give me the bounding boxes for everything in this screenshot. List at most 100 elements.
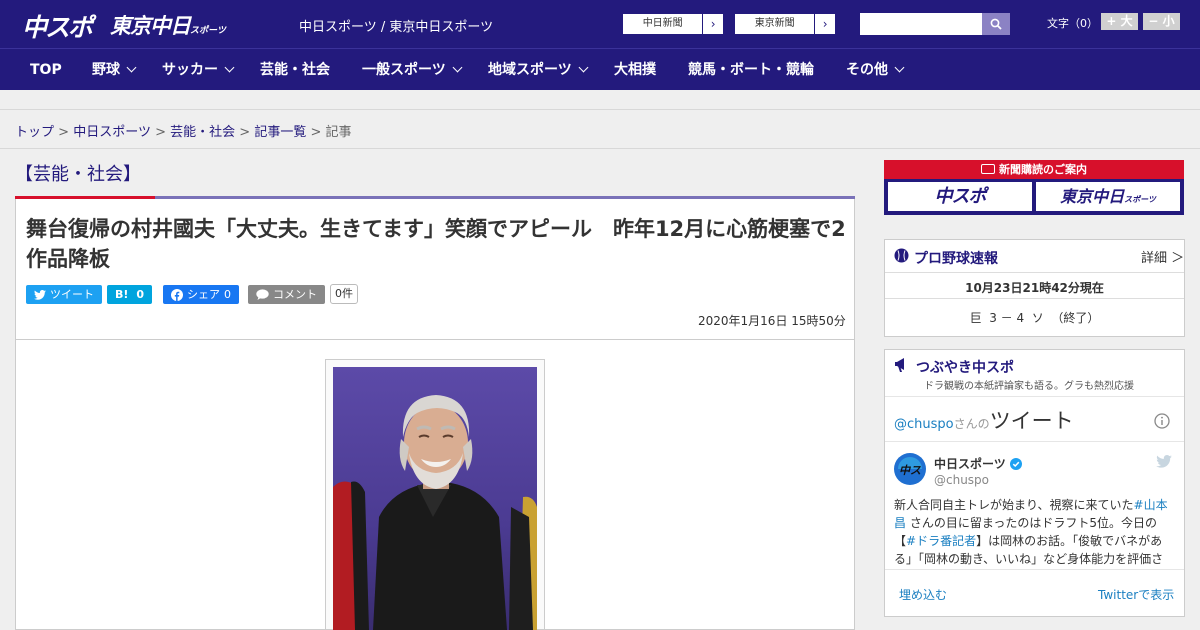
breadcrumb-current: 記事 xyxy=(325,125,352,140)
nav-item-sumo[interactable]: 大相撲 xyxy=(614,49,656,91)
tweets-header: @chuspoさんのツイート xyxy=(894,405,1074,435)
chuspo-logo[interactable]: 中スポ xyxy=(22,8,93,44)
tweets-heading: ツイート xyxy=(989,409,1074,433)
article-date: 2020年1月16日 15時50分 xyxy=(698,314,846,328)
divider xyxy=(885,569,1184,570)
font-smaller-button[interactable]: − 小 xyxy=(1143,13,1180,30)
subscribe-chuspo-button[interactable]: 中スポ xyxy=(888,182,1032,211)
hashtag-link[interactable]: #ドラ番記者 xyxy=(906,534,976,548)
tweet-user-name[interactable]: 中日スポーツ xyxy=(934,455,1022,472)
subscription-title: 新聞購読のご案内 xyxy=(884,161,1184,177)
search-icon xyxy=(990,18,1002,30)
article-photo[interactable] xyxy=(333,367,537,630)
breadcrumb-chunichi[interactable]: 中日スポーツ xyxy=(73,125,151,140)
nav-label: 芸能・社会 xyxy=(260,62,330,78)
baseball-detail-link[interactable]: 詳細 ＞ xyxy=(1141,247,1184,266)
tweet-handle[interactable]: @chuspo xyxy=(934,473,989,487)
nav-item-racing[interactable]: 競馬・ボート・競輪 xyxy=(688,49,814,91)
nav-label: 競馬・ボート・競輪 xyxy=(688,62,814,78)
megaphone-icon xyxy=(895,358,904,372)
tweet-button[interactable]: ツイート xyxy=(26,285,102,304)
nav-item-baseball[interactable]: 野球 xyxy=(92,49,137,91)
baseball-title: プロ野球速報 xyxy=(914,251,998,267)
subscribe-tokyo-sub: スポーツ xyxy=(1124,195,1156,204)
tweets-suffix: さんの xyxy=(953,417,990,431)
breadcrumb-sep: > xyxy=(155,125,166,140)
main-nav: TOP 野球 サッカー 芸能・社会 一般スポーツ 地域スポーツ 大相撲 競馬・ボ… xyxy=(0,48,1200,90)
comment-label: コメント xyxy=(273,288,317,301)
tsubuyaki-title: つぶやき中スポ xyxy=(916,360,1014,376)
tokyo-shimbun-label: 東京新聞 xyxy=(735,14,816,34)
hatena-icon: B! xyxy=(115,288,129,301)
avatar[interactable]: 中ス xyxy=(894,453,926,485)
search-button[interactable] xyxy=(982,13,1010,35)
newspaper-icon xyxy=(981,164,995,174)
nav-item-top[interactable]: TOP xyxy=(30,49,62,91)
tokyo-chunichi-logo[interactable]: 東京中日スポーツ xyxy=(110,10,226,40)
divider xyxy=(15,339,855,340)
nav-item-entertainment[interactable]: 芸能・社会 xyxy=(260,49,330,91)
nav-label: サッカー xyxy=(162,62,218,78)
breadcrumb-sep: > xyxy=(58,125,70,140)
facebook-share-button[interactable]: シェア 0 xyxy=(163,285,239,304)
comment-button[interactable]: コメント xyxy=(248,285,325,304)
baseball-icon xyxy=(894,248,909,263)
tsubuyaki-subtitle: ドラ観戦の本紙評論家も語る。グラも熱烈応援 xyxy=(924,381,1134,392)
chevron-down-icon xyxy=(224,62,235,73)
search-input[interactable] xyxy=(860,13,982,35)
breadcrumb-sep: > xyxy=(239,125,251,140)
divider xyxy=(0,148,1200,149)
person-photo-illustration xyxy=(333,367,537,630)
svg-text:中ス: 中ス xyxy=(899,464,921,477)
nav-label: 一般スポーツ xyxy=(362,62,446,78)
twitter-bird-icon xyxy=(1156,455,1172,468)
baseball-score[interactable]: 巨 3 － 4 ソ （終了） xyxy=(885,309,1184,326)
site-links[interactable]: 中日スポーツ / 東京中日スポーツ xyxy=(299,16,493,35)
facebook-icon xyxy=(171,288,183,301)
nav-label: 地域スポーツ xyxy=(488,62,572,78)
article-category: 【芸能・社会】 xyxy=(15,164,141,185)
breadcrumb-category[interactable]: 芸能・社会 xyxy=(170,125,235,140)
breadcrumb-sep: > xyxy=(310,125,322,140)
nav-item-other[interactable]: その他 xyxy=(846,49,905,91)
tokyo-shimbun-button[interactable]: 東京新聞 › xyxy=(734,13,836,35)
subscribe-tokyo-button[interactable]: 東京中日スポーツ xyxy=(1036,182,1180,211)
hatena-bookmark-button[interactable]: B! 0 xyxy=(107,285,153,304)
facebook-share-count: 0 xyxy=(224,288,231,301)
tweet-label: ツイート xyxy=(50,288,94,301)
comment-count: 0件 xyxy=(330,284,358,304)
hatena-count: 0 xyxy=(136,288,145,301)
header-band xyxy=(0,90,1200,110)
speech-bubble-icon xyxy=(256,289,269,300)
chevron-down-icon xyxy=(578,62,589,73)
nav-label: その他 xyxy=(846,62,888,78)
nav-item-general-sports[interactable]: 一般スポーツ xyxy=(362,49,463,91)
breadcrumb-list[interactable]: 記事一覧 xyxy=(254,125,306,140)
chevron-down-icon xyxy=(894,62,905,73)
tokyo-logo-text: 東京中日 xyxy=(110,14,191,38)
tweet-text-1: 新人合同自主トレが始まり、視察に来ていた xyxy=(894,498,1134,512)
nav-item-soccer[interactable]: サッカー xyxy=(162,49,235,91)
divider xyxy=(885,441,1184,442)
embed-link[interactable]: 埋め込む xyxy=(899,586,947,603)
tweet-text: 新人合同自主トレが始まり、視察に来ていた#山本昌 さんの目に留まったのはドラフト… xyxy=(894,496,1174,568)
chunichi-shimbun-label: 中日新聞 xyxy=(623,14,704,34)
font-larger-button[interactable]: + 大 xyxy=(1101,13,1138,30)
nav-item-local-sports[interactable]: 地域スポーツ xyxy=(488,49,589,91)
divider xyxy=(885,396,1184,397)
breadcrumb-top[interactable]: トップ xyxy=(15,125,54,140)
tweets-account-link[interactable]: @chuspo xyxy=(894,417,954,432)
divider xyxy=(885,298,1184,299)
view-on-twitter-link[interactable]: Twitterで表示 xyxy=(1098,586,1174,603)
chunichi-shimbun-button[interactable]: 中日新聞 › xyxy=(622,13,724,35)
info-icon[interactable] xyxy=(1154,413,1170,429)
nav-label: 大相撲 xyxy=(614,62,656,78)
chevron-down-icon xyxy=(126,62,137,73)
tokyo-logo-sub: スポーツ xyxy=(190,26,226,36)
article-headline: 舞台復帰の村井國夫「大丈夫。生きてます」笑顔でアピール 昨年12月に心筋梗塞で2… xyxy=(26,217,846,271)
nav-label: 野球 xyxy=(92,62,120,78)
twitter-bird-icon xyxy=(34,289,46,300)
facebook-share-label: シェア xyxy=(187,288,220,301)
chevron-down-icon xyxy=(452,62,463,73)
divider xyxy=(885,272,1184,273)
